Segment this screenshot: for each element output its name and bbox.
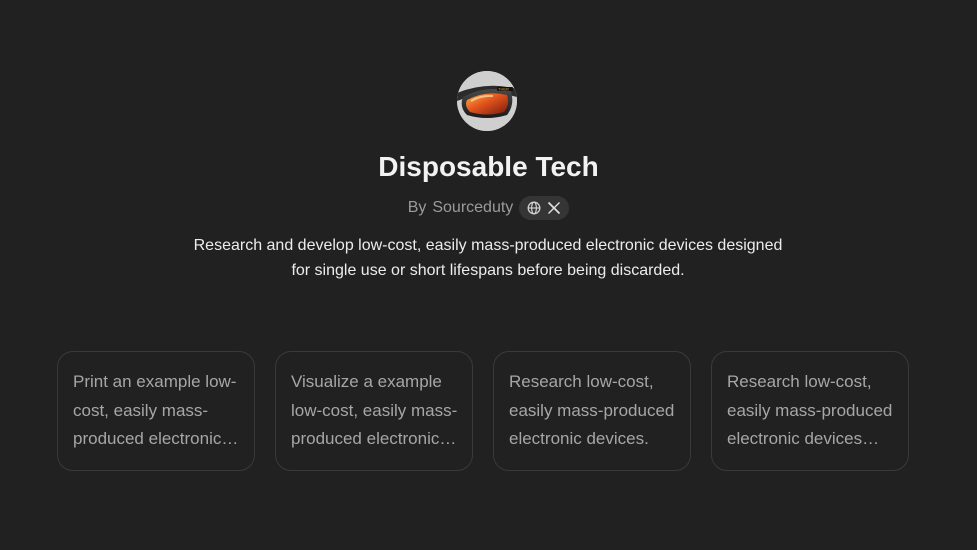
- starter-card[interactable]: Visualize a example low-cost, easily mas…: [275, 351, 473, 471]
- gpt-title: Disposable Tech: [378, 151, 599, 182]
- starter-text: Visualize a example low-cost, easily mas…: [291, 372, 458, 448]
- svg-text:THER: THER: [498, 87, 509, 92]
- author-name: Sourceduty: [432, 199, 514, 216]
- conversation-starters: Print an example low-cost, easily mass-p…: [57, 351, 909, 471]
- starter-text: Research low-cost, easily mass-produced …: [727, 372, 893, 448]
- author-prefix: By: [407, 199, 427, 216]
- gpt-description: Research and develop low-cost, easily ma…: [193, 237, 783, 279]
- starter-card[interactable]: Print an example low-cost, easily mass-p…: [57, 351, 255, 471]
- starter-card[interactable]: Research low-cost, easily mass-produced …: [493, 351, 691, 471]
- starter-text: Research low-cost, easily mass-produced …: [509, 372, 675, 448]
- starter-card[interactable]: Research low-cost, easily mass-produced …: [711, 351, 909, 471]
- social-links: [519, 196, 570, 220]
- x-icon[interactable]: [547, 201, 561, 215]
- starter-text: Print an example low-cost, easily mass-p…: [73, 372, 237, 448]
- gpt-avatar: THER: [457, 71, 517, 131]
- globe-icon[interactable]: [527, 201, 541, 215]
- gpt-landing: THER Disposable Tech By Sourceduty Resea…: [0, 0, 977, 550]
- ski-goggles-image: THER: [457, 71, 517, 131]
- author-byline: By Sourceduty: [0, 196, 977, 220]
